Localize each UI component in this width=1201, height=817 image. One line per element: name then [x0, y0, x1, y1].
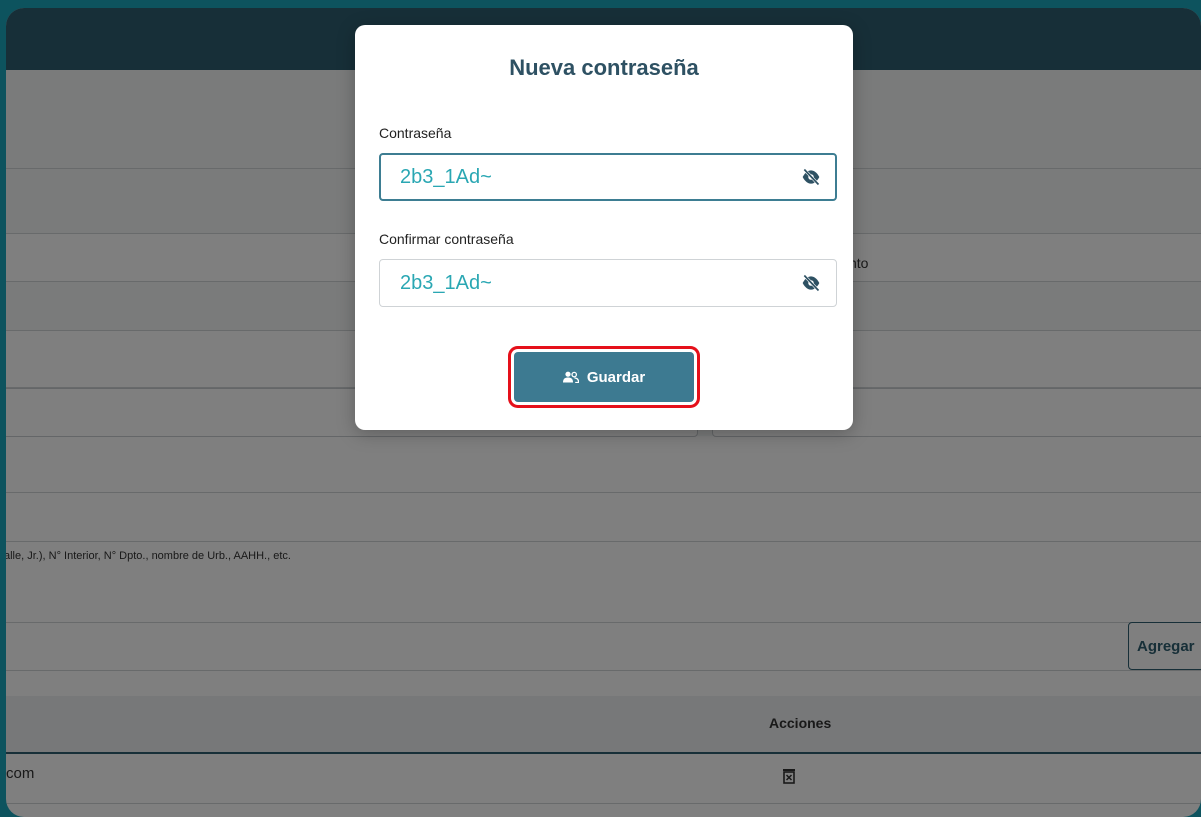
save-button[interactable]: Guardar	[514, 352, 694, 402]
password-label: Contraseña	[379, 125, 452, 141]
confirm-password-label: Confirmar contraseña	[379, 231, 514, 247]
dialog-title: Nueva contraseña	[509, 55, 699, 80]
save-button-label: Guardar	[586, 368, 646, 386]
eye-off-icon[interactable]	[801, 167, 821, 187]
new-password-dialog: Nueva contraseña Contraseña Confirmar co…	[355, 25, 853, 430]
eye-off-icon[interactable]	[801, 273, 821, 293]
users-icon	[562, 371, 579, 383]
confirm-password-input[interactable]	[379, 259, 837, 307]
password-input[interactable]	[379, 153, 837, 201]
